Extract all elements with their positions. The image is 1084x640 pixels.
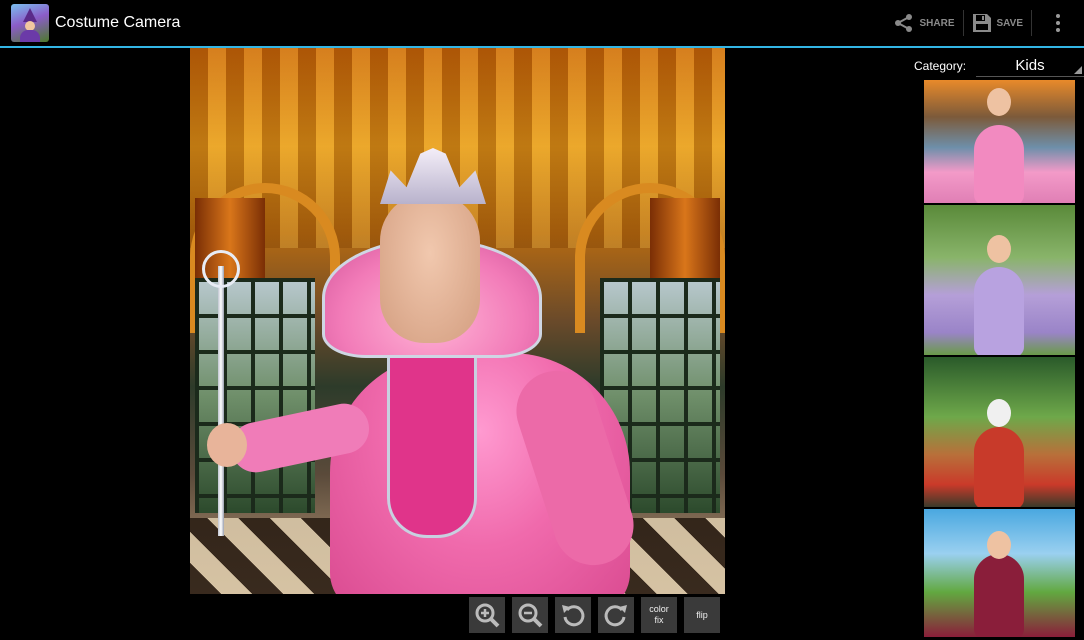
- zoom-in-icon: [475, 603, 500, 628]
- zoom-out-button[interactable]: [512, 597, 548, 633]
- save-icon: [972, 14, 991, 32]
- hand: [207, 423, 247, 467]
- rotate-right-icon: [604, 605, 627, 627]
- face-photo[interactable]: [380, 193, 480, 343]
- rotate-right-button[interactable]: [598, 597, 634, 633]
- app-logo-icon[interactable]: [11, 4, 49, 42]
- zoom-in-button[interactable]: [469, 597, 505, 633]
- app-title: Costume Camera: [55, 14, 181, 31]
- overflow-menu-button[interactable]: [1032, 0, 1084, 46]
- dropdown-corner-icon: [1074, 66, 1082, 74]
- costume-thumbnail-list: [924, 80, 1075, 637]
- costume-thumbnail-gnome[interactable]: [924, 357, 1075, 507]
- rotate-left-icon: [562, 605, 585, 627]
- share-icon: [895, 14, 913, 32]
- color-fix-label: color fix: [649, 604, 669, 625]
- flip-button[interactable]: flip: [684, 597, 720, 633]
- color-fix-button[interactable]: color fix: [641, 597, 677, 633]
- category-row: Category: Kids: [914, 54, 1084, 78]
- costume-thumbnail-prince[interactable]: [924, 509, 1075, 637]
- share-button[interactable]: SHARE: [886, 0, 962, 46]
- zoom-out-icon: [518, 603, 543, 628]
- wand-topper: [202, 250, 240, 288]
- share-label: SHARE: [919, 17, 955, 29]
- costume-thumbnail-princess-purple[interactable]: [924, 205, 1075, 355]
- overflow-menu-icon: [1056, 14, 1060, 32]
- wand: [218, 266, 224, 536]
- rotate-left-button[interactable]: [555, 597, 591, 633]
- category-label: Category:: [914, 59, 967, 73]
- save-button[interactable]: SAVE: [964, 0, 1032, 46]
- palace-window: [195, 278, 315, 513]
- save-label: SAVE: [996, 17, 1024, 29]
- flip-label: flip: [696, 609, 708, 620]
- category-dropdown[interactable]: Kids: [976, 55, 1084, 77]
- category-selected-value: Kids: [1015, 57, 1045, 74]
- costume-thumbnail-princess-pink[interactable]: [924, 80, 1075, 203]
- gown-bodice: [387, 348, 477, 538]
- action-bar: Costume Camera SHARE SAVE: [0, 0, 1084, 46]
- costume-photo-canvas[interactable]: [190, 48, 725, 594]
- edit-toolbar: color fix flip: [469, 597, 720, 633]
